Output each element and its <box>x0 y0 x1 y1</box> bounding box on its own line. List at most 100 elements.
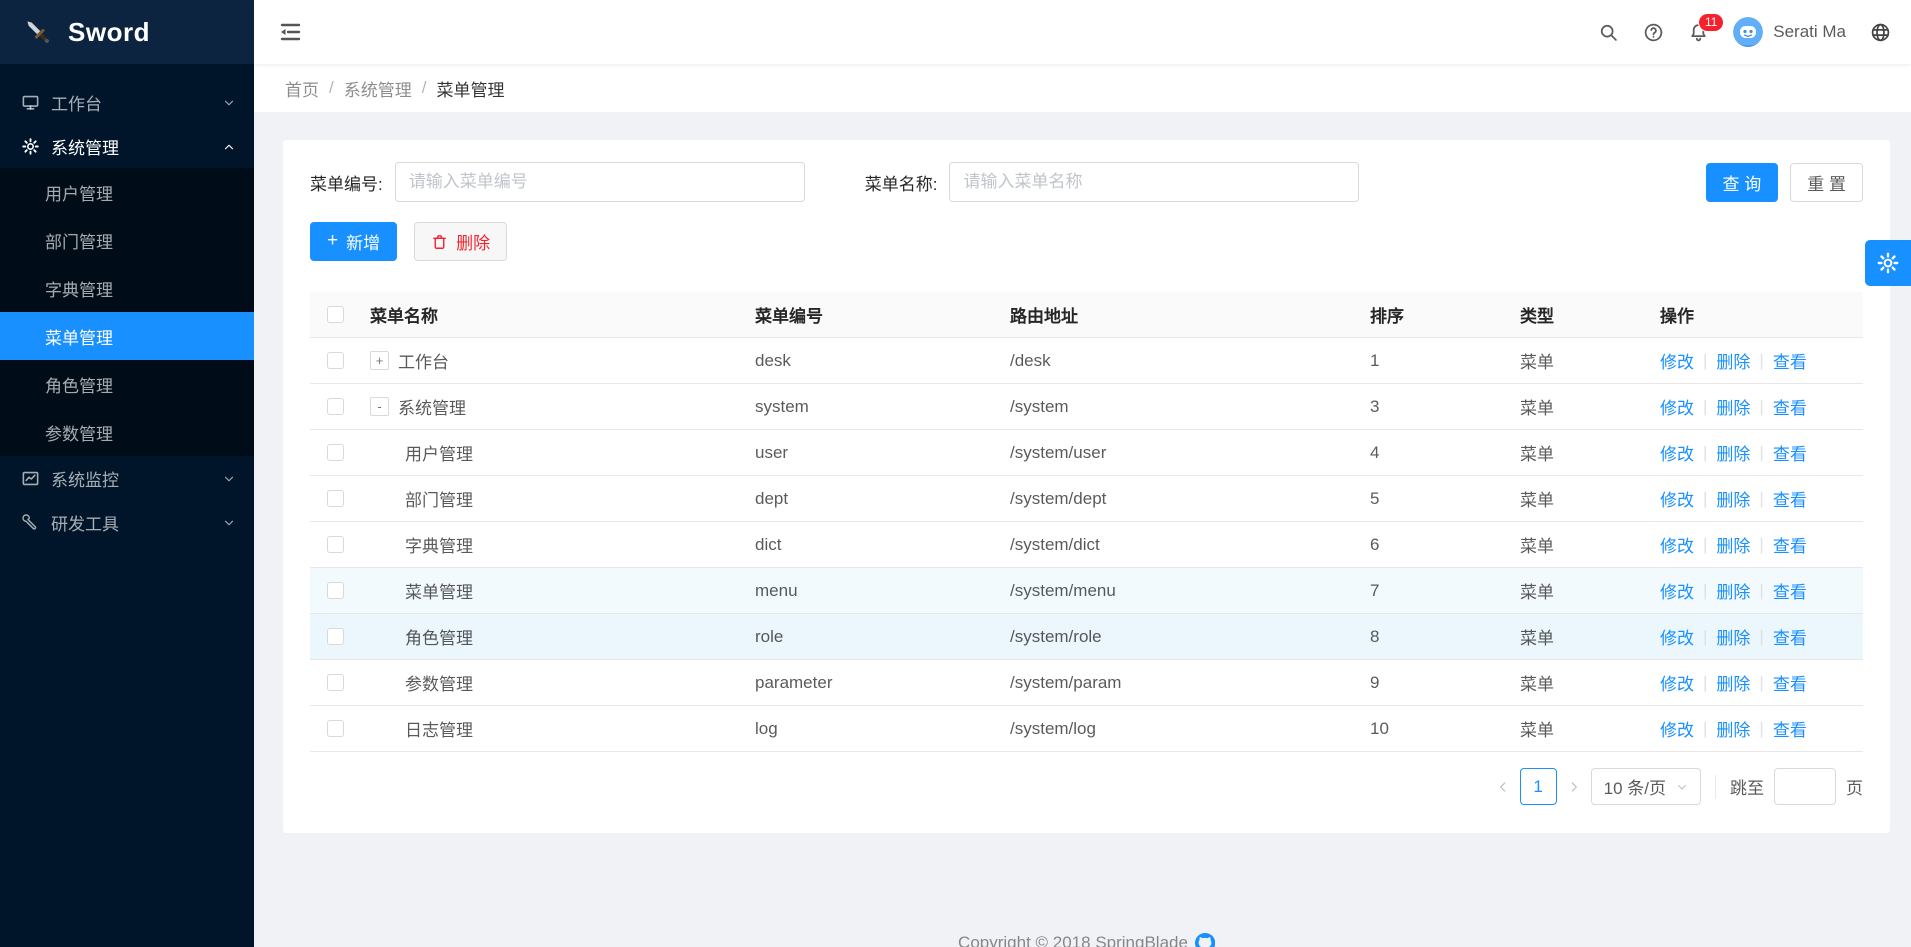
edit-link[interactable]: 修改 <box>1660 670 1694 695</box>
github-icon[interactable] <box>1195 933 1215 947</box>
table-row: 参数管理 parameter /system/param 9 菜单 修改 | 删… <box>310 660 1863 706</box>
jump-page-input[interactable] <box>1774 768 1836 805</box>
sidebar-item-dept-mgmt[interactable]: 部门管理 <box>0 216 254 264</box>
delete-link[interactable]: 删除 <box>1716 624 1750 649</box>
delete-link[interactable]: 删除 <box>1716 394 1750 419</box>
delete-button[interactable]: 删除 <box>414 222 507 261</box>
cell-sort: 8 <box>1370 627 1520 647</box>
cell-menu-code: desk <box>755 351 1010 371</box>
row-checkbox[interactable] <box>327 628 344 645</box>
table-toolbar: + 新增 删除 <box>310 222 1863 261</box>
edit-link[interactable]: 修改 <box>1660 624 1694 649</box>
cell-type: 菜单 <box>1520 670 1660 695</box>
delete-link[interactable]: 删除 <box>1716 440 1750 465</box>
notification-bell[interactable]: 11 <box>1688 22 1709 43</box>
view-link[interactable]: 查看 <box>1773 486 1807 511</box>
delete-link[interactable]: 删除 <box>1716 348 1750 373</box>
view-link[interactable]: 查看 <box>1773 440 1807 465</box>
menu-fold-icon[interactable] <box>278 20 302 44</box>
expand-toggle-icon[interactable]: - <box>370 397 389 416</box>
edit-link[interactable]: 修改 <box>1660 532 1694 557</box>
breadcrumb-current: 菜单管理 <box>436 76 504 101</box>
view-link[interactable]: 查看 <box>1773 578 1807 603</box>
row-checkbox[interactable] <box>327 398 344 415</box>
row-checkbox[interactable] <box>327 720 344 737</box>
row-checkbox[interactable] <box>327 582 344 599</box>
add-button[interactable]: + 新增 <box>310 222 397 261</box>
sidebar-item-label: 研发工具 <box>51 510 119 535</box>
prev-page-icon[interactable] <box>1496 780 1510 794</box>
jump-suffix: 页 <box>1846 774 1863 799</box>
edit-link[interactable]: 修改 <box>1660 348 1694 373</box>
avatar <box>1733 17 1763 47</box>
sidebar-item-role-mgmt[interactable]: 角色管理 <box>0 360 254 408</box>
footer: Copyright © 2018 SpringBlade <box>283 933 1890 947</box>
view-link[interactable]: 查看 <box>1773 394 1807 419</box>
edit-link[interactable]: 修改 <box>1660 394 1694 419</box>
cell-sort: 3 <box>1370 397 1520 417</box>
logo[interactable]: Sword <box>0 0 254 64</box>
cell-route-path: /system/user <box>1010 443 1370 463</box>
expand-toggle-icon[interactable]: + <box>370 351 389 370</box>
settings-fab[interactable] <box>1865 240 1911 286</box>
globe-icon[interactable] <box>1870 22 1891 43</box>
menu-code-label: 菜单编号: <box>310 170 383 195</box>
next-page-icon[interactable] <box>1567 780 1581 794</box>
view-link[interactable]: 查看 <box>1773 716 1807 741</box>
page-number-button[interactable]: 1 <box>1520 768 1557 805</box>
delete-link[interactable]: 删除 <box>1716 486 1750 511</box>
view-link[interactable]: 查看 <box>1773 348 1807 373</box>
chevron-down-icon <box>222 471 236 485</box>
row-checkbox[interactable] <box>327 536 344 553</box>
edit-link[interactable]: 修改 <box>1660 578 1694 603</box>
delete-link[interactable]: 删除 <box>1716 578 1750 603</box>
cell-sort: 6 <box>1370 535 1520 555</box>
cell-menu-name: 部门管理 <box>405 486 473 511</box>
plus-icon: + <box>327 231 338 250</box>
reset-button[interactable]: 重 置 <box>1790 163 1863 202</box>
divider <box>1715 775 1716 799</box>
search-form: 菜单编号: 菜单名称: 查 询 重 置 <box>310 162 1863 202</box>
page-size-select[interactable]: 10 条/页 <box>1591 768 1701 805</box>
row-checkbox[interactable] <box>327 490 344 507</box>
sidebar-item-system[interactable]: 系统管理 <box>0 124 254 168</box>
sidebar-item-param-mgmt[interactable]: 参数管理 <box>0 408 254 456</box>
breadcrumb-system[interactable]: 系统管理 <box>344 76 412 101</box>
gear-icon <box>1876 251 1900 275</box>
delete-link[interactable]: 删除 <box>1716 716 1750 741</box>
edit-link[interactable]: 修改 <box>1660 440 1694 465</box>
view-link[interactable]: 查看 <box>1773 624 1807 649</box>
row-checkbox[interactable] <box>327 352 344 369</box>
cell-menu-code: system <box>755 397 1010 417</box>
sidebar-item-user-mgmt[interactable]: 用户管理 <box>0 168 254 216</box>
sidebar-item-menu-mgmt[interactable]: 菜单管理 <box>0 312 254 360</box>
menu-code-input[interactable] <box>395 162 805 202</box>
view-link[interactable]: 查看 <box>1773 670 1807 695</box>
sidebar-item-monitor[interactable]: 系统监控 <box>0 456 254 500</box>
sidebar-item-dict-mgmt[interactable]: 字典管理 <box>0 264 254 312</box>
help-icon[interactable] <box>1643 22 1664 43</box>
edit-link[interactable]: 修改 <box>1660 716 1694 741</box>
user-menu[interactable]: Serati Ma <box>1733 17 1846 47</box>
sidebar-item-workbench[interactable]: 工作台 <box>0 80 254 124</box>
chart-icon <box>21 469 40 488</box>
view-link[interactable]: 查看 <box>1773 532 1807 557</box>
jump-label: 跳至 <box>1730 774 1764 799</box>
row-checkbox[interactable] <box>327 444 344 461</box>
breadcrumb-home[interactable]: 首页 <box>285 76 319 101</box>
search-icon[interactable] <box>1598 22 1619 43</box>
sidebar-item-devtools[interactable]: 研发工具 <box>0 500 254 544</box>
column-header-type: 类型 <box>1520 302 1660 327</box>
breadcrumb: 首页 / 系统管理 / 菜单管理 <box>254 64 1911 112</box>
cell-type: 菜单 <box>1520 578 1660 603</box>
select-all-checkbox[interactable] <box>327 306 344 323</box>
edit-link[interactable]: 修改 <box>1660 486 1694 511</box>
search-button[interactable]: 查 询 <box>1706 163 1779 202</box>
table-row: + 工作台 desk /desk 1 菜单 修改 | 删除 | <box>310 338 1863 384</box>
menu-name-input[interactable] <box>949 162 1359 202</box>
row-checkbox[interactable] <box>327 674 344 691</box>
table-row: 角色管理 role /system/role 8 菜单 修改 | 删除 | <box>310 614 1863 660</box>
cell-type: 菜单 <box>1520 532 1660 557</box>
delete-link[interactable]: 删除 <box>1716 532 1750 557</box>
delete-link[interactable]: 删除 <box>1716 670 1750 695</box>
